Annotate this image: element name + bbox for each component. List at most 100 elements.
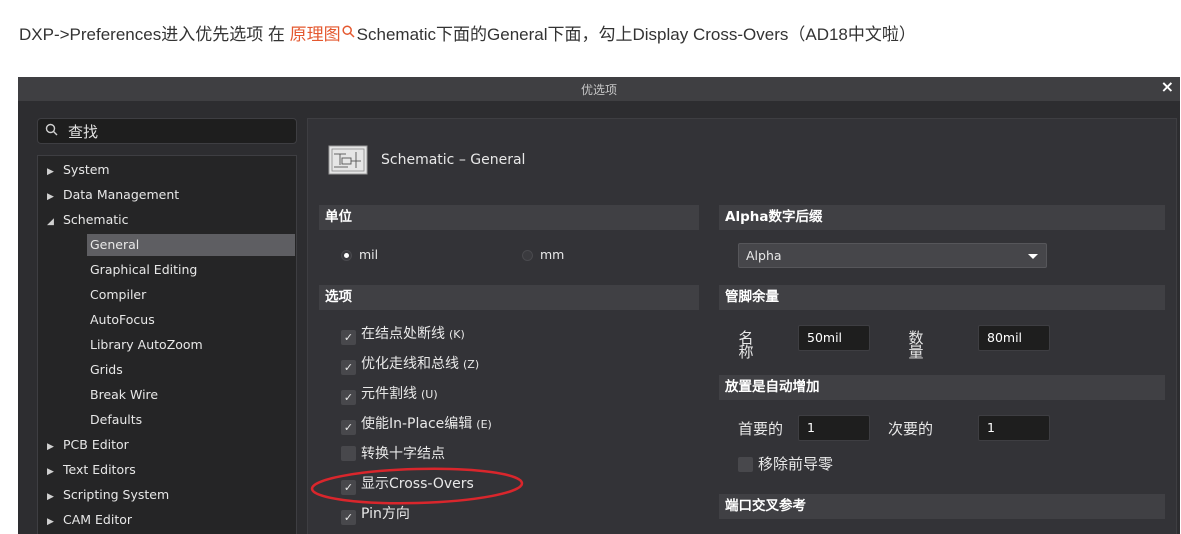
- radio-mil[interactable]: mil: [341, 247, 378, 263]
- tree-item-label: Data Management: [63, 187, 180, 202]
- tree-item-label: Text Editors: [63, 462, 136, 477]
- search-icon: [45, 123, 58, 136]
- instruction-caption: DXP->Preferences进入优先选项 在 原理图 Schematic下面的…: [19, 20, 916, 45]
- panel-title: Schematic – General: [381, 152, 526, 168]
- search-input[interactable]: 查找: [37, 118, 297, 144]
- pin-margin-number-input[interactable]: 80mil: [978, 325, 1050, 351]
- radio-dot: [522, 250, 533, 261]
- section-header-units: 单位: [319, 205, 699, 230]
- tree-item[interactable]: ▶ Scripting System: [38, 484, 295, 506]
- preferences-dialog: 优选项 × 查找 ▶ System ▶ Data Management ◢ Schemat…: [18, 77, 1180, 534]
- check-icon: ✓: [341, 480, 356, 495]
- chevron-down-icon: [1028, 254, 1038, 259]
- tree-item[interactable]: ▶ CAM Editor: [38, 509, 295, 531]
- caption-before: DXP->Preferences进入优先选项 在: [19, 25, 290, 44]
- caption-after: Schematic下面的General下面，勾上Display Cross-Ov…: [356, 25, 916, 44]
- option-checkbox[interactable]: ✓ 显示Cross-Overs: [341, 476, 474, 495]
- tree-item-label: Graphical Editing: [90, 262, 198, 277]
- section-header-auto-increment: 放置是自动增加: [719, 375, 1165, 400]
- option-checkbox[interactable]: ✓ 在结点处断线 (K): [341, 326, 465, 345]
- option-label: Pin方向: [361, 506, 410, 522]
- tree-item-label: General: [90, 237, 140, 252]
- caption-link-schematic[interactable]: 原理图: [290, 25, 341, 44]
- tree-item[interactable]: Compiler: [87, 284, 295, 306]
- tree-item[interactable]: Break Wire: [87, 384, 295, 406]
- tree-item[interactable]: ▶ Data Management: [38, 184, 295, 206]
- dialog-title: 优选项: [580, 83, 617, 97]
- option-label: 使能In-Place编辑: [361, 416, 473, 432]
- secondary-increment-label: 次要的: [888, 420, 934, 438]
- collapsed-arrow-icon[interactable]: ▶: [47, 161, 63, 183]
- option-shortcut-key: (K): [449, 328, 465, 341]
- pin-margin-number-label: 数量: [908, 329, 924, 361]
- radio-mm[interactable]: mm: [522, 247, 564, 263]
- tree-item-label: System: [63, 162, 110, 177]
- tree-item-label: Scripting System: [63, 487, 170, 502]
- tree-item-label: AutoFocus: [90, 312, 155, 327]
- remove-leading-zeros-checkbox[interactable]: 移除前导零: [738, 456, 833, 472]
- section-header-pin-margin: 管脚余量: [719, 285, 1165, 310]
- remove-leading-zeros-label: 移除前导零: [758, 455, 834, 473]
- checkbox-box: [341, 446, 356, 461]
- search-placeholder: 查找: [68, 123, 99, 141]
- radio-dot: [341, 250, 352, 261]
- tree-item[interactable]: Library AutoZoom: [87, 334, 295, 356]
- option-checkbox[interactable]: ✓ Pin方向: [341, 506, 410, 525]
- radio-mil-label: mil: [359, 247, 379, 262]
- check-icon: ✓: [341, 330, 356, 345]
- schematic-sheet-icon: [328, 145, 368, 175]
- tree-item-label: Schematic: [63, 212, 129, 227]
- tree-item[interactable]: ▶ Text Editors: [38, 459, 295, 481]
- option-shortcut-key: (E): [476, 418, 492, 431]
- alpha-suffix-dropdown[interactable]: Alpha: [738, 243, 1047, 268]
- collapsed-arrow-icon[interactable]: ▶: [47, 461, 63, 483]
- collapsed-arrow-icon[interactable]: ▶: [47, 486, 63, 508]
- section-header-alpha-suffix: Alpha数字后缀: [719, 205, 1165, 230]
- checkbox-box: [738, 457, 753, 472]
- tree-item-label: PCB Editor: [63, 437, 129, 452]
- collapsed-arrow-icon[interactable]: ▶: [47, 186, 63, 208]
- dialog-titlebar: 优选项 ×: [18, 77, 1180, 101]
- option-label: 元件割线: [361, 386, 417, 402]
- alpha-suffix-value: Alpha: [746, 248, 782, 263]
- option-label: 显示Cross-Overs: [361, 476, 474, 492]
- tree-item-label: Compiler: [90, 287, 147, 302]
- tree-item[interactable]: Defaults: [87, 409, 295, 431]
- option-label: 在结点处断线: [361, 326, 445, 342]
- tree-item[interactable]: General: [87, 234, 295, 256]
- option-checkbox[interactable]: 转换十字结点: [341, 446, 445, 462]
- preferences-tree: ▶ System ▶ Data Management ◢ Schematic General…: [37, 155, 297, 534]
- collapsed-arrow-icon[interactable]: ▶: [47, 511, 63, 533]
- section-header-options: 选项: [319, 285, 699, 310]
- tree-item[interactable]: Grids: [87, 359, 295, 381]
- option-checkbox[interactable]: ✓ 优化走线和总线 (Z): [341, 356, 479, 375]
- close-icon[interactable]: ×: [1161, 77, 1174, 96]
- radio-mm-label: mm: [540, 247, 565, 262]
- option-shortcut-key: (Z): [463, 358, 480, 371]
- tree-item-label: CAM Editor: [63, 512, 133, 527]
- section-header-port-cross-reference: 端口交叉参考: [719, 494, 1165, 519]
- pin-margin-name-label: 名称: [738, 329, 754, 361]
- option-shortcut-key: (U): [421, 388, 438, 401]
- tree-item[interactable]: ▶ PCB Editor: [38, 434, 295, 456]
- tree-item-label: Break Wire: [90, 387, 159, 402]
- tree-item[interactable]: Graphical Editing: [87, 259, 295, 281]
- expanded-arrow-icon[interactable]: ◢: [47, 211, 63, 233]
- tree-item[interactable]: AutoFocus: [87, 309, 295, 331]
- pin-margin-name-input[interactable]: 50mil: [798, 325, 870, 351]
- option-label: 优化走线和总线: [361, 356, 459, 372]
- tree-item-label: Defaults: [90, 412, 143, 427]
- check-icon: ✓: [341, 360, 356, 375]
- check-icon: ✓: [341, 390, 356, 405]
- tree-item[interactable]: ◢ Schematic: [38, 209, 295, 231]
- secondary-increment-input[interactable]: 1: [978, 415, 1050, 441]
- option-label: 转换十字结点: [361, 446, 445, 462]
- search-icon[interactable]: [342, 25, 355, 41]
- option-checkbox[interactable]: ✓ 元件割线 (U): [341, 386, 438, 405]
- collapsed-arrow-icon[interactable]: ▶: [47, 436, 63, 458]
- primary-increment-input[interactable]: 1: [798, 415, 870, 441]
- primary-increment-label: 首要的: [738, 420, 784, 438]
- tree-item[interactable]: ▶ System: [38, 159, 295, 181]
- check-icon: ✓: [341, 420, 356, 435]
- option-checkbox[interactable]: ✓ 使能In-Place编辑 (E): [341, 416, 492, 435]
